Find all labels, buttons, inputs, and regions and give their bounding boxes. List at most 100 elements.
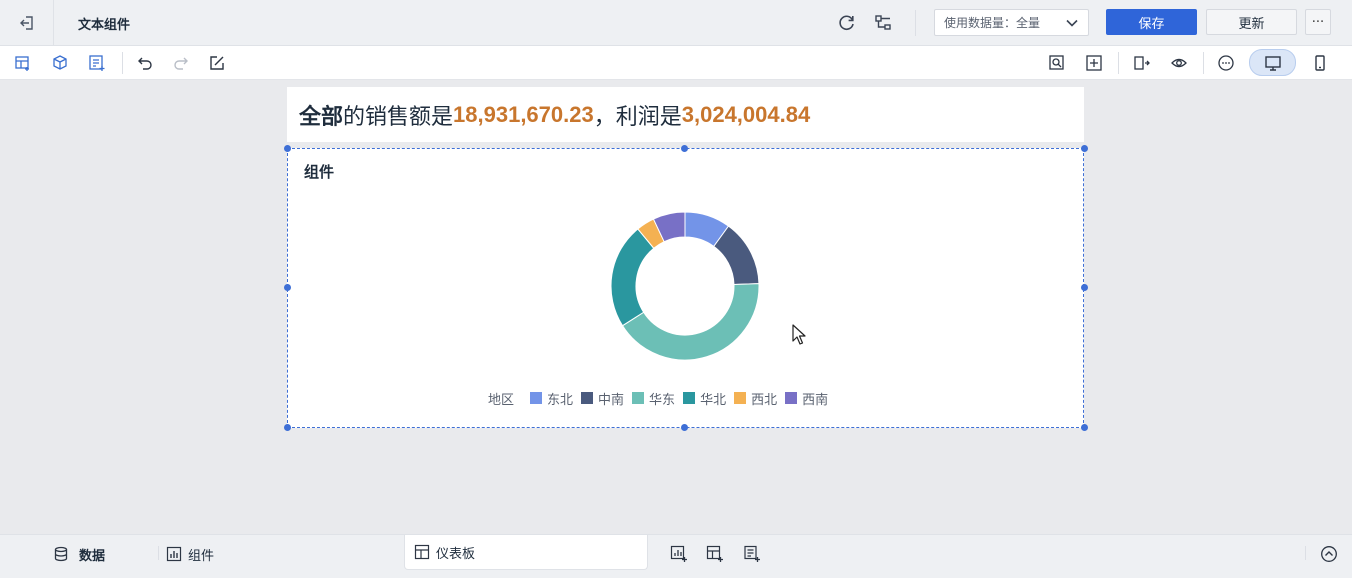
component-tab-label: 组件 [188, 548, 215, 564]
sales-value: 18,931,670.23 [453, 101, 594, 127]
resize-handle[interactable] [284, 284, 291, 291]
search-chart-icon [1049, 55, 1064, 70]
bottom-bar: 数据 组件 仪表板 [0, 534, 1352, 578]
database-icon [54, 546, 68, 562]
divider [915, 10, 916, 36]
edit-icon [210, 56, 224, 70]
divider [158, 546, 159, 560]
chevron-down-icon [1066, 19, 1078, 27]
update-button[interactable]: 更新 [1206, 9, 1297, 35]
bar-chart-icon [166, 546, 182, 562]
resize-handle[interactable] [284, 424, 291, 431]
export-button[interactable] [1132, 53, 1152, 73]
export-icon [1134, 56, 1150, 70]
legend-item-华东[interactable]: 华东 [632, 389, 675, 408]
legend-swatch [785, 392, 798, 404]
resize-handle[interactable] [681, 424, 688, 431]
refresh-button[interactable] [836, 12, 858, 34]
mobile-icon [1315, 55, 1325, 71]
data-volume-select[interactable]: 使用数据量： 全量 [934, 9, 1089, 36]
desktop-icon [1264, 55, 1281, 71]
legend-swatch [581, 392, 594, 404]
refresh-icon [839, 15, 854, 31]
data-volume-value: 全量 [1016, 16, 1041, 30]
legend-item-华北[interactable]: 华北 [683, 389, 726, 408]
mobile-view-button[interactable] [1310, 53, 1330, 73]
legend-label: 华东 [649, 392, 676, 408]
more-circle-icon [1218, 55, 1234, 71]
legend-swatch [632, 392, 645, 404]
add-cube-button[interactable] [50, 53, 70, 73]
dashboard-icon [414, 544, 430, 560]
edit-button[interactable] [207, 53, 227, 73]
view-button[interactable] [1169, 53, 1189, 73]
divider [1203, 52, 1204, 74]
add-dashboard-icon [706, 545, 723, 562]
legend-label: 中南 [598, 392, 625, 408]
app-title: 文本组件 [78, 18, 131, 33]
desktop-view-toggle[interactable] [1249, 49, 1296, 76]
undo-button[interactable] [135, 53, 155, 73]
legend-item-西南[interactable]: 西南 [785, 389, 828, 408]
exit-button[interactable] [0, 0, 54, 46]
resize-handle[interactable] [284, 145, 291, 152]
chevron-up-circle-icon [1321, 546, 1337, 562]
redo-icon [174, 57, 188, 70]
add-dashboard-button[interactable] [706, 544, 734, 564]
donut-slice-华东[interactable] [621, 283, 760, 361]
dashboard-tab-label: 仪表板 [436, 546, 476, 562]
more-button[interactable]: ··· [1305, 9, 1331, 35]
divider [1305, 546, 1306, 560]
structure-icon [875, 15, 891, 30]
grid-icon [1086, 55, 1102, 71]
resize-handle[interactable] [1081, 145, 1088, 152]
undo-icon [138, 57, 152, 70]
chart-legend: 地区 东北 中南 华东 华北 西北 西南 [488, 389, 836, 408]
legend-item-西北[interactable]: 西北 [734, 389, 777, 408]
legend-item-中南[interactable]: 中南 [581, 389, 624, 408]
legend-label: 东北 [547, 392, 574, 408]
preview-button[interactable] [1047, 53, 1067, 73]
divider [1118, 52, 1119, 74]
add-story-button[interactable] [743, 544, 771, 564]
profit-value: 3,024,004.84 [681, 101, 811, 127]
structure-button[interactable] [872, 12, 894, 34]
resize-handle[interactable] [1081, 284, 1088, 291]
filter-scope-text: 全部 [299, 103, 344, 129]
redo-button[interactable] [171, 53, 191, 73]
component-tab[interactable]: 组件 [166, 544, 214, 564]
banner-text-sales-label: 的销售额是 [343, 103, 454, 129]
edit-toolbar [0, 46, 1352, 80]
add-text-button[interactable] [87, 53, 107, 73]
resize-handle[interactable] [681, 145, 688, 152]
layout-button[interactable] [1084, 53, 1104, 73]
more-options-button[interactable] [1216, 53, 1236, 73]
dashboard-tab[interactable]: 仪表板 [404, 535, 648, 570]
divider [122, 52, 123, 74]
add-component-button[interactable] [670, 544, 698, 564]
legend-label: 华北 [700, 392, 727, 408]
banner-text-profit-label: ，利润是 [593, 103, 682, 129]
legend-swatch [530, 392, 543, 404]
legend-item-东北[interactable]: 东北 [530, 389, 573, 408]
collapse-button[interactable] [1320, 544, 1348, 564]
mouse-cursor-icon [792, 324, 806, 345]
add-table-icon [15, 56, 29, 71]
legend-label: 西北 [751, 392, 778, 408]
add-table-button[interactable] [13, 53, 33, 73]
legend-swatch [683, 392, 696, 404]
chart-widget[interactable]: 组件 地区 东北 中南 华东 华北 西北 西南 [287, 148, 1084, 428]
donut-slice-华北[interactable] [610, 228, 655, 327]
donut-chart [610, 211, 760, 361]
add-story-icon [744, 545, 760, 562]
legend-title: 地区 [488, 392, 515, 408]
eye-icon [1171, 58, 1187, 68]
text-widget-banner[interactable]: 全部 的销售额是 18,931,670.23 ，利润是 3,024,004.84 [287, 87, 1084, 142]
save-button[interactable]: 保存 [1106, 9, 1197, 35]
data-tab-label: 数据 [79, 548, 106, 564]
resize-handle[interactable] [1081, 424, 1088, 431]
legend-label: 西南 [802, 392, 829, 408]
data-tab[interactable]: 数据 [53, 544, 105, 564]
exit-icon [19, 16, 33, 30]
add-text-icon [89, 55, 105, 71]
